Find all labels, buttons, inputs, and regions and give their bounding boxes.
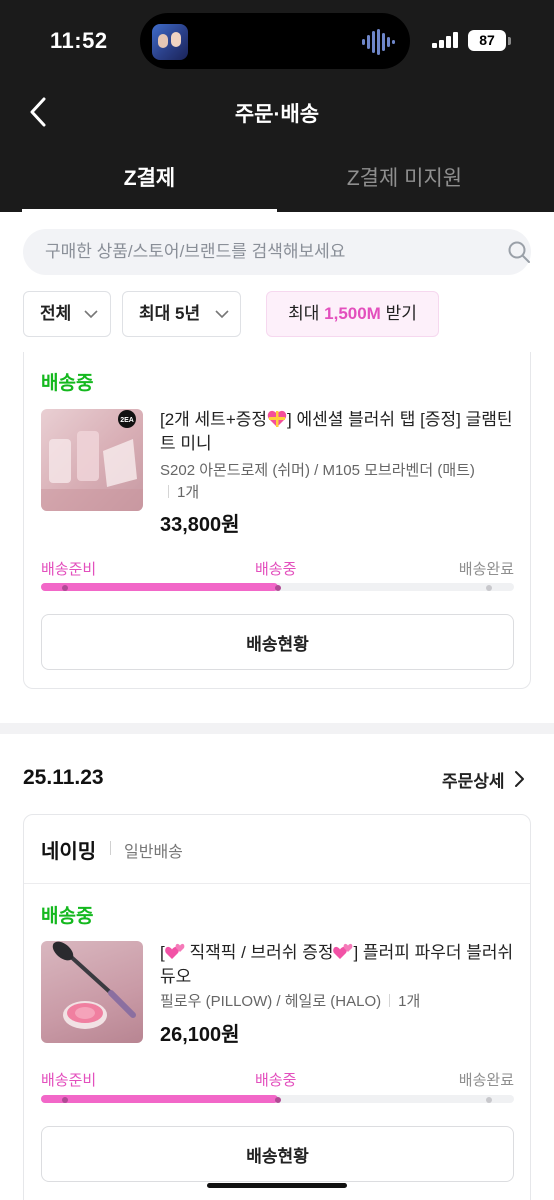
- delivery-progress-bar: [41, 1095, 514, 1103]
- product-price: 33,800원: [160, 514, 240, 536]
- order-card: 네이밍 일반배송 배송중 [ 직잭픽 / 브러쉬 증정] 플러피 파우더 블러쉬…: [23, 814, 531, 1200]
- status-time: 11:52: [50, 28, 108, 53]
- stage-preparing: 배송준비: [41, 1072, 97, 1089]
- chevron-right-icon[interactable]: [512, 770, 526, 788]
- product-qty: 1개: [398, 993, 421, 1010]
- hearts-emoji: [333, 943, 353, 959]
- product-option: S202 아몬드로제 (쉬머) / M105 모브라벤더 (매트) 1개: [160, 462, 475, 501]
- signal-icon: [432, 32, 458, 48]
- promo-reward-button[interactable]: 최대 1,500M 받기: [266, 291, 439, 337]
- promo-amount: 1,500M: [324, 304, 381, 323]
- progress-dot: [62, 1097, 68, 1103]
- promo-label: 최대 1,500M 받기: [288, 304, 417, 323]
- product-price: 26,100원: [160, 1024, 240, 1046]
- progress-dot: [275, 1097, 281, 1103]
- filter-all-dropdown[interactable]: 전체: [23, 291, 111, 337]
- stage-shipping: 배송중: [255, 1072, 297, 1089]
- card-divider: [24, 883, 530, 884]
- thumb-badge: 2EA: [120, 417, 134, 424]
- now-playing-thumbnail: [152, 24, 188, 60]
- filter-period-label: 최대 5년: [139, 304, 201, 323]
- heart-gift-emoji: [267, 410, 287, 427]
- product-thumbnail[interactable]: 2EA: [41, 409, 143, 511]
- product-name[interactable]: [ 직잭픽 / 브러쉬 증정] 플러피 파우더 블러쉬 듀오: [160, 941, 520, 989]
- delivery-status: 배송중: [41, 906, 94, 927]
- product-option: 필로우 (PILLOW) / 헤일로 (HALO) 1개: [160, 993, 421, 1010]
- page-title: 주문·배송: [234, 103, 320, 126]
- delivery-progress-bar: [41, 583, 514, 591]
- product-image: 2EA: [41, 410, 143, 511]
- filter-period-dropdown[interactable]: 최대 5년: [122, 291, 241, 337]
- product-qty: 1개: [177, 484, 200, 501]
- progress-dot: [62, 585, 68, 591]
- page-header: 주문·배송: [0, 80, 554, 146]
- tab-bar: Z결제 Z결제 미지원: [0, 150, 554, 212]
- progress-dot: [486, 585, 492, 591]
- order-date: 25.11.23: [23, 766, 104, 789]
- progress-labels: 배송준비 배송중 배송완료: [41, 558, 514, 580]
- progress-dot: [275, 585, 281, 591]
- progress-fill: [41, 583, 278, 591]
- delivery-status: 배송중: [41, 373, 94, 394]
- store-separator: [110, 841, 111, 855]
- stage-delivered: 배송완료: [458, 1072, 514, 1089]
- delivery-tracking-button[interactable]: 배송현황: [41, 614, 514, 670]
- delivery-tracking-button[interactable]: 배송현황: [41, 1126, 514, 1182]
- dynamic-island[interactable]: [140, 13, 410, 69]
- order-card: 배송중 2EA [2개 세트+증정] 에센셜 블러쉬 탭 [증정] 글램틴트 미…: [23, 352, 531, 689]
- status-bar: 11:52 87: [0, 0, 554, 80]
- battery-icon: 87: [468, 30, 506, 51]
- audio-wave-icon: [362, 29, 395, 55]
- progress-dot: [486, 1097, 492, 1103]
- product-image: [52, 941, 136, 1029]
- product-thumbnail[interactable]: [41, 941, 143, 1043]
- active-tab-indicator: [22, 209, 277, 212]
- progress-fill: [41, 1095, 278, 1103]
- tab-zpay-unsupported[interactable]: Z결제 미지원: [277, 150, 532, 212]
- filter-all-label: 전체: [40, 304, 72, 323]
- product-name[interactable]: [2개 세트+증정] 에센셜 블러쉬 탭 [증정] 글램틴트 미니: [160, 408, 520, 456]
- store-name[interactable]: 네이밍: [41, 835, 96, 864]
- section-divider: [0, 723, 554, 734]
- progress-labels: 배송준비 배송중 배송완료: [41, 1069, 514, 1091]
- stage-shipping: 배송중: [255, 561, 297, 578]
- stage-delivered: 배송완료: [458, 561, 514, 578]
- chevron-down-icon: [215, 310, 229, 319]
- home-indicator[interactable]: [207, 1183, 347, 1188]
- tab-zpay[interactable]: Z결제: [22, 150, 277, 212]
- shipping-type: 일반배송: [124, 844, 183, 861]
- search-bar[interactable]: [23, 229, 531, 275]
- hearts-emoji: [164, 943, 185, 959]
- stage-preparing: 배송준비: [41, 561, 97, 578]
- battery-tip: [508, 37, 511, 45]
- chevron-down-icon: [84, 310, 98, 319]
- search-input[interactable]: [45, 229, 485, 275]
- order-detail-link[interactable]: 주문상세: [442, 767, 505, 792]
- search-icon[interactable]: [507, 240, 531, 264]
